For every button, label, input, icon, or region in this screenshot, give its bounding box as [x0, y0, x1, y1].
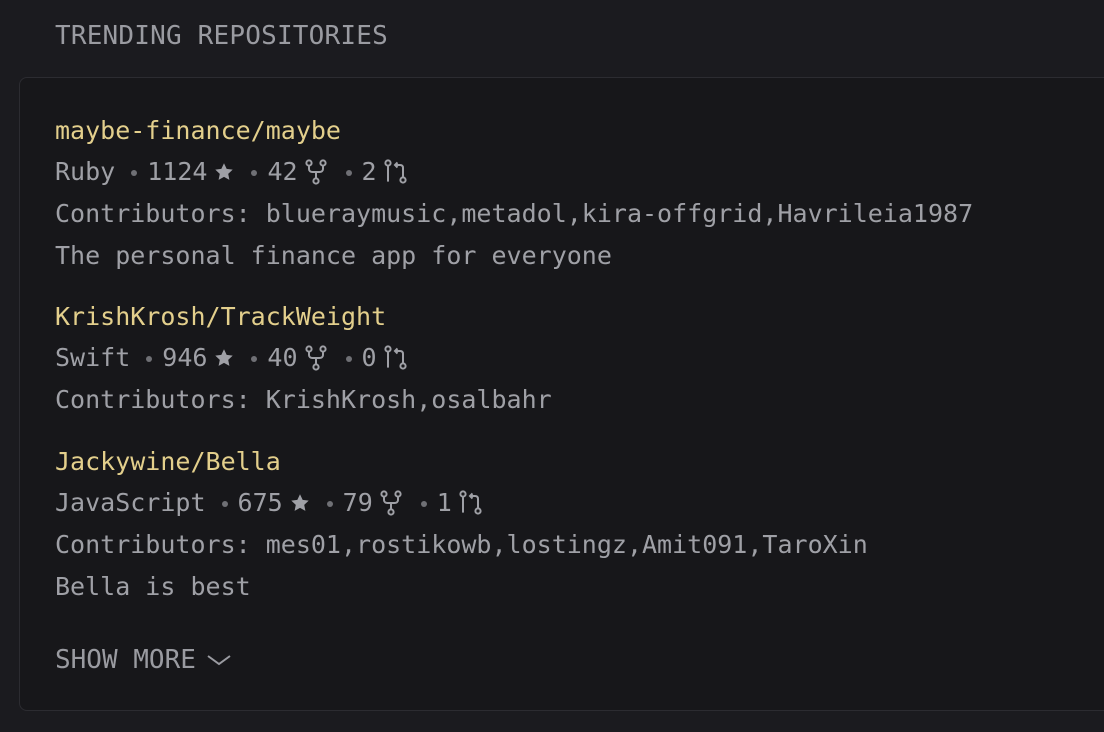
trending-panel: maybe-finance/maybe Ruby 1124 42 2 Contr… — [19, 77, 1104, 711]
repo-name-link[interactable]: Jackywine/Bella — [55, 442, 868, 482]
fork-icon — [379, 490, 403, 516]
fork-icon — [304, 345, 328, 371]
separator-dot — [345, 356, 352, 362]
repo-forks-count: 42 — [267, 157, 298, 186]
repo-language: Ruby — [55, 157, 116, 186]
star-icon — [213, 347, 235, 369]
repo-meta: Swift 946 40 0 — [55, 337, 552, 379]
repo-language: Swift — [55, 343, 131, 372]
separator-dot — [131, 170, 138, 176]
repo-description: The personal finance app for everyone — [55, 241, 612, 270]
fork-icon — [304, 159, 328, 185]
separator-dot — [251, 356, 258, 362]
repo-item: Jackywine/Bella JavaScript 675 79 1 Cont… — [55, 442, 868, 608]
repo-contributors: Contributors: KrishKrosh,osalbahr — [55, 385, 552, 414]
pull-request-icon — [458, 490, 484, 516]
repo-description: Bella is best — [55, 572, 251, 601]
repo-meta: JavaScript 675 79 1 — [55, 482, 868, 524]
repo-stars-count: 946 — [162, 343, 208, 372]
repo-pr-count: 1 — [436, 488, 452, 517]
pull-request-icon — [383, 159, 409, 185]
repo-name-link[interactable]: KrishKrosh/TrackWeight — [55, 297, 552, 337]
separator-dot — [326, 501, 333, 507]
show-more-label: SHOW MORE — [55, 645, 196, 675]
separator-dot — [146, 356, 153, 362]
repo-forks-count: 79 — [342, 488, 373, 517]
show-more-button[interactable]: SHOW MORE — [55, 641, 232, 679]
separator-dot — [251, 170, 258, 176]
repo-item: maybe-finance/maybe Ruby 1124 42 2 Contr… — [55, 111, 973, 277]
star-icon — [289, 492, 311, 514]
separator-dot — [345, 170, 352, 176]
repo-meta: Ruby 1124 42 2 — [55, 151, 973, 193]
repo-pr-count: 0 — [361, 343, 377, 372]
repo-contributors: Contributors: blueraymusic,metadol,kira-… — [55, 199, 974, 228]
separator-dot — [420, 501, 427, 507]
chevron-down-icon — [206, 653, 232, 667]
repo-stars-count: 1124 — [147, 157, 208, 186]
repo-name-link[interactable]: maybe-finance/maybe — [55, 111, 973, 151]
section-title: TRENDING REPOSITORIES — [55, 21, 388, 51]
repo-item: KrishKrosh/TrackWeight Swift 946 40 0 Co… — [55, 297, 552, 421]
separator-dot — [221, 501, 228, 507]
repo-language: JavaScript — [55, 488, 206, 517]
pull-request-icon — [383, 345, 409, 371]
repo-stars-count: 675 — [237, 488, 283, 517]
star-icon — [213, 161, 235, 183]
repo-pr-count: 2 — [361, 157, 377, 186]
repo-contributors: Contributors: mes01,rostikowb,lostingz,A… — [55, 530, 868, 559]
repo-forks-count: 40 — [267, 343, 298, 372]
